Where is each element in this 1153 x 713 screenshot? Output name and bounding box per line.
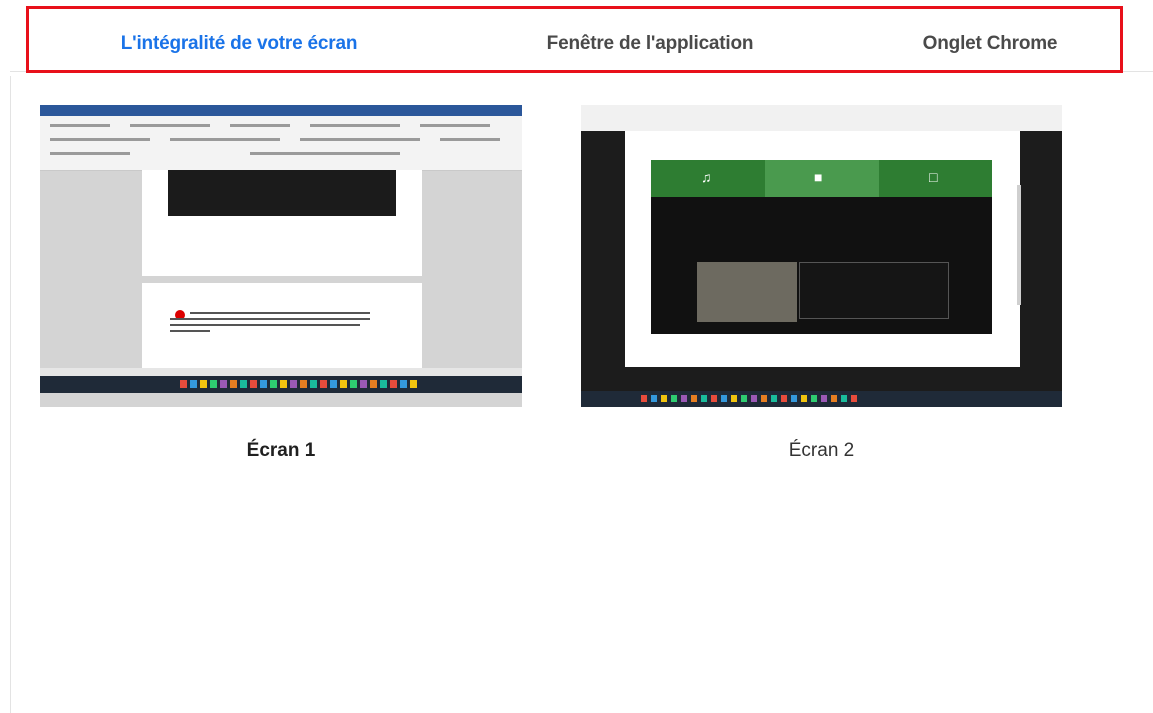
screen-1-thumbnail	[40, 105, 522, 407]
tab-chrome-tab[interactable]: Onglet Chrome	[860, 22, 1120, 71]
tab-entire-screen-label: L'intégralité de votre écran	[120, 33, 358, 54]
screen-1-label: Écran 1	[246, 440, 316, 461]
left-border	[10, 76, 11, 713]
screen-option-1[interactable]: Écran 1	[40, 105, 522, 461]
screen-2-thumbnail: ♫ ■ □	[581, 105, 1062, 407]
present-icon: □	[929, 169, 938, 185]
tab-chrome-tab-label: Onglet Chrome	[922, 33, 1058, 54]
tab-entire-screen[interactable]: L'intégralité de votre écran	[30, 22, 448, 73]
microphone-icon: ♫	[701, 169, 712, 185]
camera-icon: ■	[814, 169, 823, 185]
tab-bar: L'intégralité de votre écran Fenêtre de …	[0, 0, 1153, 76]
tab-application-window[interactable]: Fenêtre de l'application	[455, 22, 845, 71]
tab-bar-divider	[10, 71, 1153, 72]
screen-option-2[interactable]: ♫ ■ □ Écran 2	[581, 105, 1062, 461]
screen-2-label: Écran 2	[788, 440, 855, 461]
tab-application-window-label: Fenêtre de l'application	[546, 33, 754, 54]
